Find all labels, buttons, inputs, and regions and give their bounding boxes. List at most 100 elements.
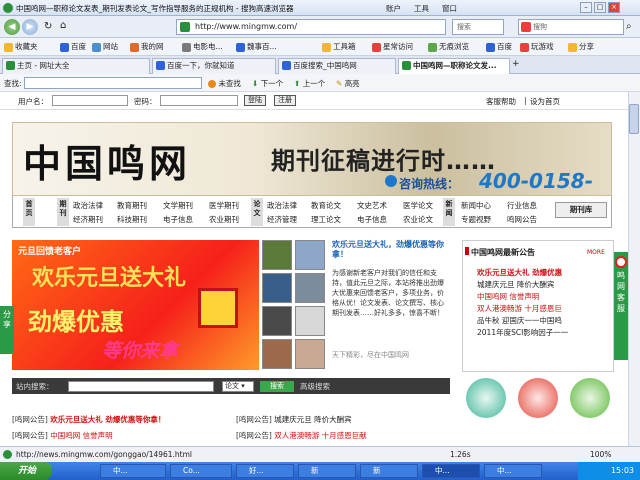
find-status[interactable]: 未查找: [208, 78, 241, 89]
fav-item[interactable]: 分享: [568, 41, 594, 52]
notice-item[interactable]: [鸣网公告] 欢乐元旦送大礼 劲爆优惠等你拿！: [12, 414, 165, 425]
zoom-level[interactable]: 100%: [590, 450, 611, 459]
fav-item[interactable]: 魏事百...: [236, 41, 277, 52]
writing-guide-button[interactable]: [518, 378, 558, 418]
thumbnail-image[interactable]: [295, 306, 325, 336]
fav-item[interactable]: 无痕浏览: [428, 41, 469, 52]
clock[interactable]: 15:03: [611, 466, 634, 475]
nav-link[interactable]: 文学期刊: [163, 200, 193, 211]
nav-link[interactable]: 鸣网公告: [507, 214, 537, 225]
home-icon[interactable]: ⌂: [60, 20, 66, 31]
panel-item[interactable]: 欢乐元旦送大礼 劲爆优惠: [477, 267, 568, 279]
nav-link[interactable]: 经济管理: [267, 214, 297, 225]
thumbnail-image[interactable]: [262, 339, 292, 369]
search-scope-select[interactable]: 论文 ▾: [222, 381, 254, 392]
forward-button[interactable]: ▶: [22, 19, 38, 35]
nav-link[interactable]: 电子信息: [163, 214, 193, 225]
menu-tools[interactable]: 工具: [414, 3, 429, 14]
fav-item[interactable]: 百度: [60, 41, 86, 52]
find-input[interactable]: [24, 77, 202, 89]
new-tab-icon[interactable]: +: [512, 59, 520, 69]
nav-link[interactable]: 经济期刊: [73, 214, 103, 225]
minimize-button[interactable]: –: [580, 2, 592, 13]
site-logo[interactable]: 中国鸣网: [23, 133, 191, 188]
more-link[interactable]: MORE: [587, 249, 605, 256]
register-button[interactable]: 注册: [274, 95, 296, 106]
nav-link[interactable]: 专题视野: [461, 214, 491, 225]
login-button[interactable]: 登陆: [244, 95, 266, 106]
nav-link[interactable]: 文史艺术: [357, 200, 387, 211]
share-tab[interactable]: 分享: [0, 306, 14, 354]
menu-window[interactable]: 窗口: [442, 3, 457, 14]
taskbar-item[interactable]: 好...: [236, 464, 294, 478]
panel-item[interactable]: 双人港澳畅游 十月感恩巨: [477, 303, 568, 315]
thumbnail-image[interactable]: [295, 273, 325, 303]
help-link[interactable]: 客服帮助: [486, 96, 516, 107]
set-homepage-link[interactable]: 设为首页: [530, 96, 560, 107]
taskbar-item[interactable]: 新: [360, 464, 418, 478]
free-consult-button[interactable]: [570, 378, 610, 418]
start-button[interactable]: 开始: [0, 462, 52, 480]
nav-link[interactable]: 新闻中心: [461, 200, 491, 211]
nav-link[interactable]: 科技期刊: [117, 214, 147, 225]
menu-account[interactable]: 账户: [386, 3, 401, 14]
vertical-scrollbar[interactable]: [628, 92, 640, 446]
tab-mingmw[interactable]: 中国鸣网—职称论文发...: [398, 58, 510, 74]
taskbar-item[interactable]: Co...: [170, 464, 232, 478]
site-search-input[interactable]: [68, 381, 214, 392]
customer-service-tab[interactable]: 鸣网客服: [614, 252, 628, 360]
refresh-icon[interactable]: ↻: [44, 21, 52, 32]
panel-item[interactable]: 中国鸣网 信誉声明: [477, 291, 568, 303]
fav-item[interactable]: 我的网: [130, 41, 164, 52]
advanced-search-link[interactable]: 高级搜索: [300, 381, 330, 392]
thumbnail-image[interactable]: [262, 240, 292, 270]
nav-home[interactable]: 首页: [23, 198, 35, 226]
notice-item[interactable]: [鸣网公告] 城建庆元旦 降价大酬宾: [236, 414, 352, 425]
fav-item[interactable]: 玩游戏: [520, 41, 554, 52]
taskbar-item[interactable]: 中...: [100, 464, 166, 478]
promo-banner[interactable]: 元旦回馈老客户 欢乐元旦送大礼 劲爆优惠 等你来拿: [12, 240, 259, 370]
nav-link[interactable]: 教育论文: [311, 200, 341, 211]
notice-item[interactable]: [鸣网公告] 双人港澳畅游 十月感恩巨献: [236, 430, 367, 441]
thumbnail-image[interactable]: [262, 273, 292, 303]
close-button[interactable]: ×: [608, 2, 620, 13]
address-search-input[interactable]: 搜索: [452, 19, 504, 35]
nav-link[interactable]: 农业论文: [403, 214, 433, 225]
tab-baidu[interactable]: 百度一下，你就知道: [152, 58, 276, 74]
nav-link[interactable]: 理工论文: [311, 214, 341, 225]
panel-item[interactable]: 城建庆元旦 降价大酬宾: [477, 279, 568, 291]
find-prev-button[interactable]: ⬆ 上一个: [294, 78, 325, 89]
scrollbar-thumb[interactable]: [629, 104, 639, 134]
find-next-button[interactable]: ⬇ 下一个: [252, 78, 283, 89]
taskbar-item[interactable]: 中...: [422, 464, 480, 478]
notice-item[interactable]: [鸣网公告] 中国鸣网 信誉声明: [12, 430, 113, 441]
taskbar-item[interactable]: 新: [298, 464, 356, 478]
fav-item[interactable]: 百度: [486, 41, 512, 52]
engine-search-input[interactable]: 搜狗: [518, 19, 624, 35]
url-input[interactable]: http://www.mingmw.com/: [176, 19, 446, 35]
username-input[interactable]: [52, 95, 128, 106]
site-search-button[interactable]: 搜索: [260, 381, 294, 392]
password-input[interactable]: [160, 95, 238, 106]
nav-link[interactable]: 医学期刊: [209, 200, 239, 211]
nav-link[interactable]: 行业信息: [507, 200, 537, 211]
fav-item[interactable]: 工具箱: [322, 41, 356, 52]
back-button[interactable]: ◀: [4, 19, 20, 35]
thumbnail-image[interactable]: [295, 339, 325, 369]
panel-item[interactable]: 2011年度SCI影响因子一一: [477, 327, 568, 339]
nav-link[interactable]: 教育期刊: [117, 200, 147, 211]
maximize-button[interactable]: □: [594, 2, 606, 13]
panel-item[interactable]: 品牛秋 迎国庆一一中国鸣: [477, 315, 568, 327]
fav-item[interactable]: 收藏夹: [4, 41, 38, 52]
online-submit-button[interactable]: [466, 378, 506, 418]
search-icon[interactable]: ⌕: [626, 21, 632, 32]
nav-link[interactable]: 政治法律: [73, 200, 103, 211]
fav-item[interactable]: 电影电...: [182, 41, 223, 52]
journal-library-button[interactable]: 期刊库: [555, 202, 607, 218]
fav-item[interactable]: 网站: [92, 41, 118, 52]
thumbnail-image[interactable]: [295, 240, 325, 270]
highlight-button[interactable]: ✎ 高亮: [336, 78, 360, 89]
taskbar-item[interactable]: 中...: [484, 464, 542, 478]
fav-item[interactable]: 星常访问: [372, 41, 413, 52]
nav-link[interactable]: 电子信息: [357, 214, 387, 225]
